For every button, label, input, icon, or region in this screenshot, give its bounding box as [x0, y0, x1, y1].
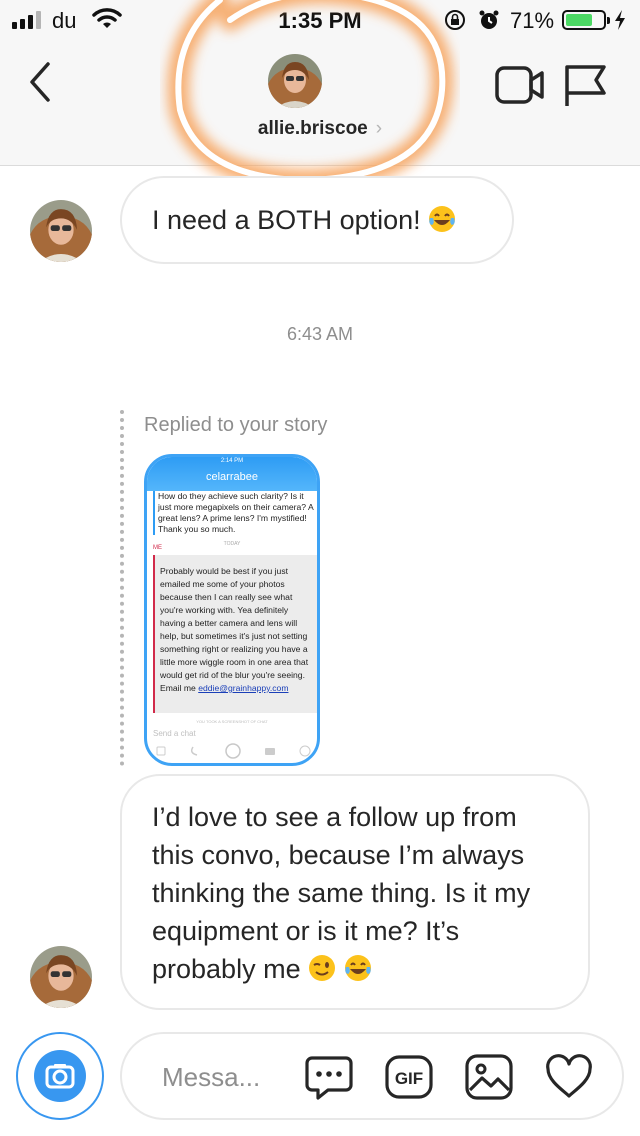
battery-icon	[562, 10, 610, 30]
tears-of-joy-emoji	[344, 955, 371, 981]
tears-of-joy-emoji	[428, 206, 455, 232]
gallery-button[interactable]	[464, 1052, 514, 1102]
sender-avatar[interactable]	[30, 200, 92, 262]
username-label: allie.briscoe	[257, 118, 368, 139]
battery-percent: 71%	[510, 8, 555, 33]
message-text: I’d love to see a follow up from this co…	[152, 802, 531, 984]
contact-username[interactable]: allie.briscoe ›	[0, 118, 640, 140]
story-status-time: 2:14 PM	[220, 458, 244, 464]
message-timestamp: 6:43 AM	[286, 324, 354, 344]
video-call-icon	[495, 66, 544, 104]
back-chevron-icon	[30, 62, 50, 102]
story-reply-body: Probably would be best if you just email…	[160, 566, 309, 693]
story-screenshot-notice: YOU TOOK A SCREENSHOT OF CHAT	[196, 719, 268, 724]
story-email-link: eddie@grainhappy.com	[198, 683, 289, 693]
report-flag-button[interactable]	[562, 62, 608, 108]
gif-label: GIF	[395, 1069, 423, 1088]
story-toolbar-icons	[156, 743, 311, 759]
message-bubble[interactable]: I’d love to see a follow up from this co…	[120, 774, 590, 1010]
alarm-icon	[478, 9, 500, 36]
message-text: I need a BOTH option!	[152, 205, 421, 235]
header-avatar[interactable]	[268, 54, 322, 108]
sender-avatar[interactable]	[30, 946, 92, 1008]
replied-to-story-label: Replied to your story	[144, 414, 328, 436]
status-bar: du 1:35 PM 71%	[0, 0, 640, 40]
story-thumbnail[interactable]: 2:14 PM celarrabee How do they achieve s…	[144, 454, 320, 766]
message-input[interactable]	[162, 1060, 292, 1094]
flag-icon	[565, 65, 606, 106]
camera-icon	[34, 1050, 86, 1102]
story-chat-title: celarrabee	[206, 471, 258, 483]
back-button[interactable]	[24, 60, 58, 104]
gif-icon: GIF	[385, 1055, 433, 1099]
story-chat-input: Send a chat	[153, 729, 196, 738]
story-question-text: How do they achieve such clarity? Is it …	[153, 491, 317, 535]
story-today-label: TODAY	[223, 541, 241, 547]
like-heart-button[interactable]	[544, 1052, 594, 1102]
camera-button[interactable]	[16, 1032, 104, 1120]
story-reply-text: Probably would be best if you just email…	[153, 555, 317, 713]
more-options-button[interactable]	[304, 1052, 354, 1102]
chevron-right-icon: ›	[375, 118, 383, 139]
rotation-lock-icon	[444, 9, 466, 36]
video-call-button[interactable]	[494, 64, 546, 106]
winking-face-emoji	[308, 955, 335, 981]
story-header-bar: 2:14 PM celarrabee	[147, 457, 317, 491]
heart-icon	[546, 1054, 592, 1098]
message-bubble[interactable]: I need a BOTH option!	[120, 176, 514, 264]
story-me-label: ME	[153, 545, 162, 551]
more-options-icon	[305, 1056, 353, 1100]
gif-button[interactable]: GIF	[384, 1052, 434, 1102]
conversation-header: allie.briscoe ›	[0, 40, 640, 166]
reply-thread-line	[120, 410, 124, 766]
message-composer: GIF	[120, 1032, 624, 1120]
gallery-icon	[465, 1054, 513, 1100]
charging-bolt-icon	[614, 9, 626, 36]
